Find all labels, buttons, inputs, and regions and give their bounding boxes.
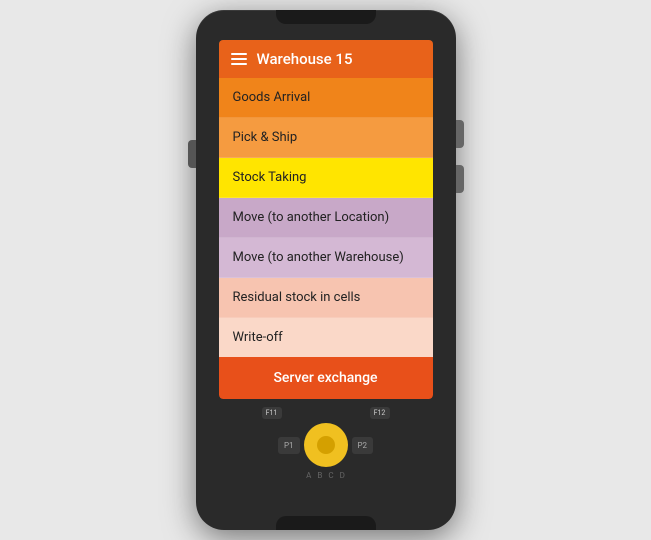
menu-item-write-off[interactable]: Write-off <box>219 318 433 357</box>
server-exchange-button[interactable]: Server exchange <box>219 357 433 399</box>
f11-key[interactable]: F11 <box>262 407 282 419</box>
menu-item-pick-ship[interactable]: Pick & Ship <box>219 118 433 158</box>
p2-key[interactable]: P2 <box>352 437 374 454</box>
screen-header: Warehouse 15 <box>219 40 433 78</box>
nav-center[interactable] <box>317 436 335 454</box>
key-b[interactable]: B <box>317 471 322 480</box>
fn-row: F11 F12 <box>262 407 390 419</box>
f12-key[interactable]: F12 <box>370 407 390 419</box>
nav-cluster[interactable] <box>304 423 348 467</box>
device-top-bar <box>276 10 376 24</box>
menu-item-stock-taking[interactable]: Stock Taking <box>219 158 433 198</box>
menu-list: Goods ArrivalPick & ShipStock TakingMove… <box>219 78 433 357</box>
mobile-device: Warehouse 15 Goods ArrivalPick & ShipSto… <box>196 10 456 530</box>
device-screen: Warehouse 15 Goods ArrivalPick & ShipSto… <box>219 40 433 399</box>
keypad: F11 F12 P1 P2 A B C D <box>219 407 433 480</box>
menu-item-move-location[interactable]: Move (to another Location) <box>219 198 433 238</box>
menu-item-residual-stock[interactable]: Residual stock in cells <box>219 278 433 318</box>
menu-item-goods-arrival[interactable]: Goods Arrival <box>219 78 433 118</box>
key-d[interactable]: D <box>340 471 345 480</box>
menu-item-move-warehouse[interactable]: Move (to another Warehouse) <box>219 238 433 278</box>
key-a[interactable]: A <box>306 471 311 480</box>
key-c[interactable]: C <box>328 471 333 480</box>
letter-row: A B C D <box>306 471 345 480</box>
nav-row: P1 P2 <box>278 423 373 467</box>
screen-title: Warehouse 15 <box>257 50 353 68</box>
p1-key[interactable]: P1 <box>278 437 300 454</box>
left-side-button[interactable] <box>188 140 196 168</box>
hamburger-menu[interactable] <box>231 53 247 65</box>
right-side-button-bottom[interactable] <box>456 165 464 193</box>
device-bottom-bar <box>276 516 376 530</box>
right-side-button-top[interactable] <box>456 120 464 148</box>
